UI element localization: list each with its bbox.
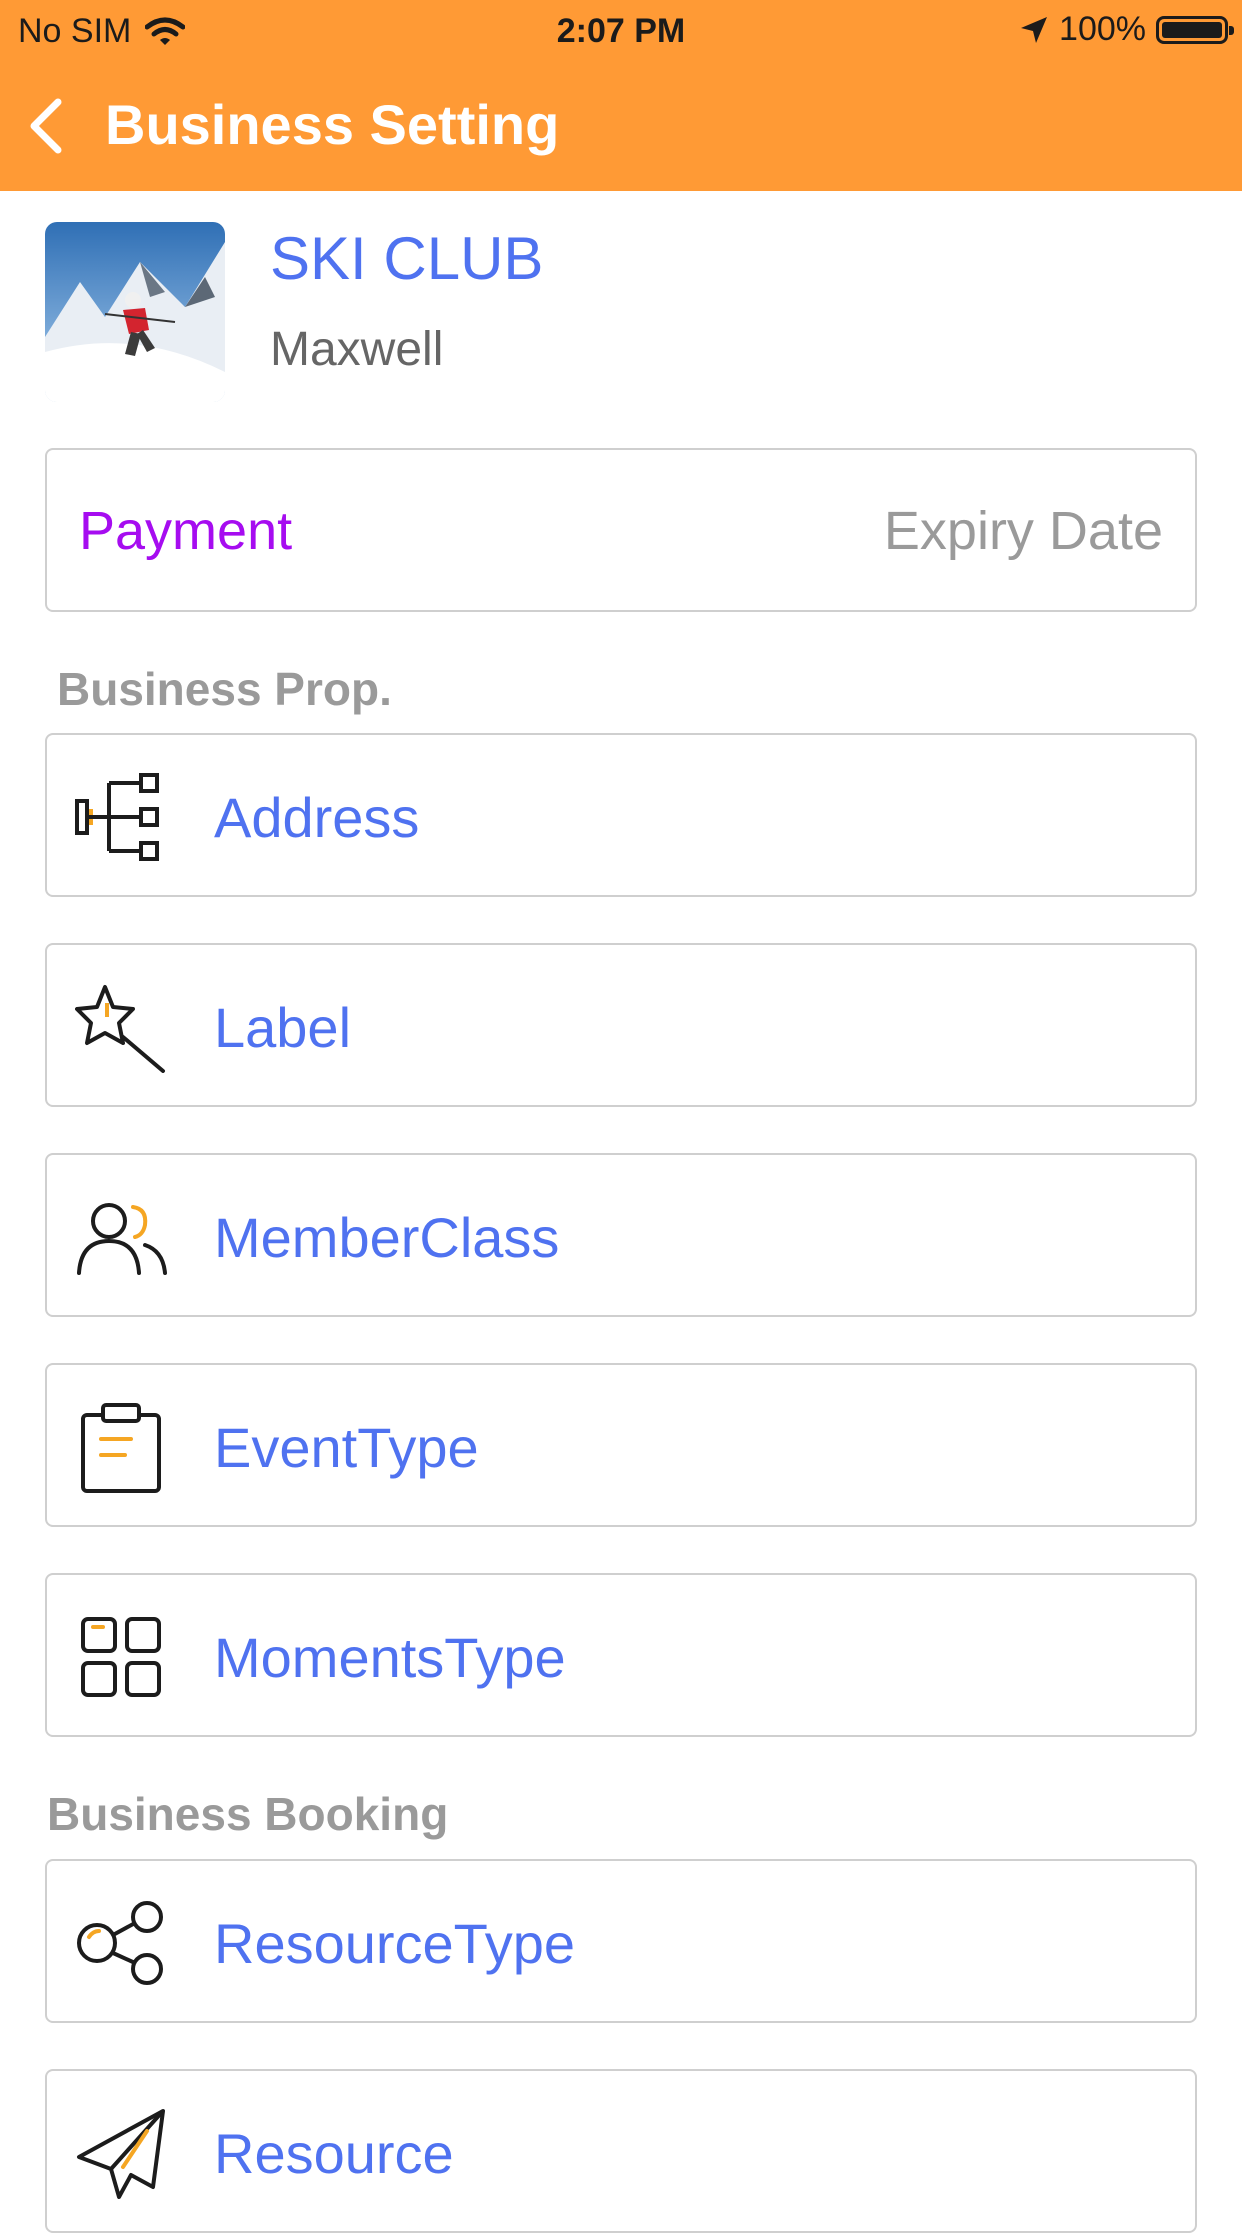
list-item-label: ResourceType — [214, 1912, 576, 1975]
status-right: 100% — [1019, 10, 1234, 49]
list-item-label-setting[interactable]: Label — [45, 943, 1197, 1107]
org-chart-icon — [75, 773, 159, 861]
list-item-momentstype[interactable]: MomentsType — [45, 1573, 1197, 1737]
section-business-booking: Business Booking — [47, 1788, 449, 1840]
payment-card[interactable]: Payment Expiry Date — [45, 448, 1197, 612]
list-item-resource[interactable]: Resource — [45, 2069, 1197, 2233]
list-item-label: Address — [214, 786, 420, 849]
business-avatar[interactable] — [45, 222, 225, 402]
list-item-address[interactable]: Address — [45, 733, 1197, 897]
list-item-label: MemberClass — [214, 1206, 560, 1269]
list-item-memberclass[interactable]: MemberClass — [45, 1153, 1197, 1317]
chevron-left-icon[interactable] — [26, 96, 66, 156]
paper-plane-icon — [77, 2109, 165, 2199]
list-item-eventtype[interactable]: EventType — [45, 1363, 1197, 1527]
status-bar: No SIM 2:07 PM 100% — [0, 0, 1242, 62]
skier-photo — [45, 222, 225, 402]
navigation-bar: Business Setting — [0, 62, 1242, 191]
clipboard-icon — [81, 1403, 161, 1493]
bubbles-icon — [77, 1901, 163, 1985]
list-item-label: MomentsType — [214, 1626, 566, 1689]
payment-label: Payment — [79, 501, 293, 561]
grid-icon — [81, 1617, 161, 1697]
section-business-prop: Business Prop. — [57, 663, 392, 715]
users-icon — [77, 1203, 167, 1275]
top-bar: No SIM 2:07 PM 100% Business Setting — [0, 0, 1242, 191]
list-item-label: Resource — [214, 2122, 454, 2185]
list-item-resourcetype[interactable]: ResourceType — [45, 1859, 1197, 2023]
business-owner: Maxwell — [270, 323, 444, 376]
expiry-date-label: Expiry Date — [883, 501, 1163, 561]
business-name[interactable]: SKI CLUB — [270, 224, 543, 293]
list-item-label: Label — [214, 996, 352, 1059]
battery-percent: 100% — [1059, 10, 1146, 48]
magic-wand-icon — [75, 985, 165, 1073]
page-title: Business Setting — [105, 93, 560, 156]
list-item-label: EventType — [214, 1416, 479, 1479]
location-arrow-icon — [1021, 16, 1048, 43]
battery-icon — [1156, 15, 1234, 44]
